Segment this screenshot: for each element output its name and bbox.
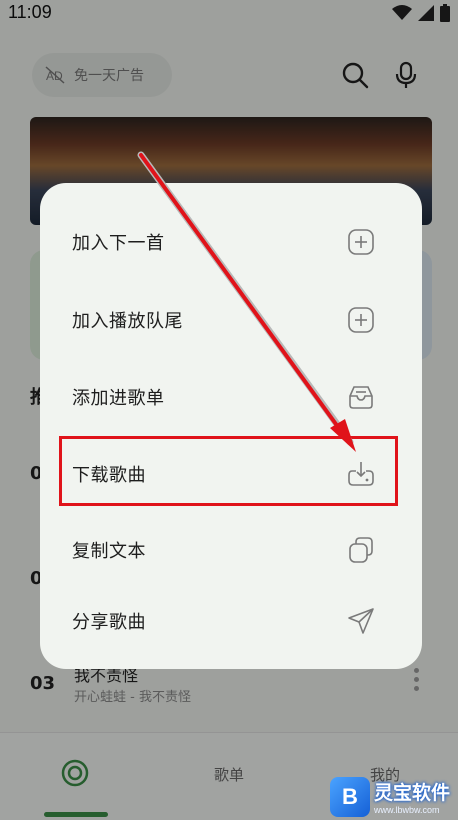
watermark-logo: B: [330, 776, 370, 817]
plus-square-icon: [346, 305, 376, 335]
menu-item-share-song[interactable]: 分享歌曲: [40, 591, 422, 651]
copy-icon: [346, 535, 376, 565]
menu-item-copy-text[interactable]: 复制文本: [40, 520, 422, 580]
highlight-box: [59, 436, 398, 506]
watermark-name: 灵宝软件: [374, 782, 451, 804]
menu-item-add-to-playlist[interactable]: 添加进歌单: [40, 367, 422, 427]
menu-item-label: 复制文本: [72, 541, 146, 562]
playlist-tray-icon: [346, 382, 376, 412]
menu-item-label: 加入播放队尾: [72, 311, 183, 332]
menu-item-add-to-queue[interactable]: 加入播放队尾: [40, 290, 422, 350]
menu-item-play-next[interactable]: 加入下一首: [40, 212, 422, 272]
menu-item-label: 分享歌曲: [72, 612, 146, 633]
watermark-url: www.lbwbw.com: [374, 805, 440, 815]
menu-item-label: 添加进歌单: [72, 388, 165, 409]
context-menu: 加入下一首 加入播放队尾 添加进歌单 下载歌曲 复制文本 分享歌曲: [40, 183, 422, 669]
plus-square-icon: [346, 227, 376, 257]
watermark: B 灵宝软件 www.lbwbw.com: [330, 773, 458, 820]
send-icon: [346, 606, 376, 636]
menu-item-label: 加入下一首: [72, 233, 165, 254]
